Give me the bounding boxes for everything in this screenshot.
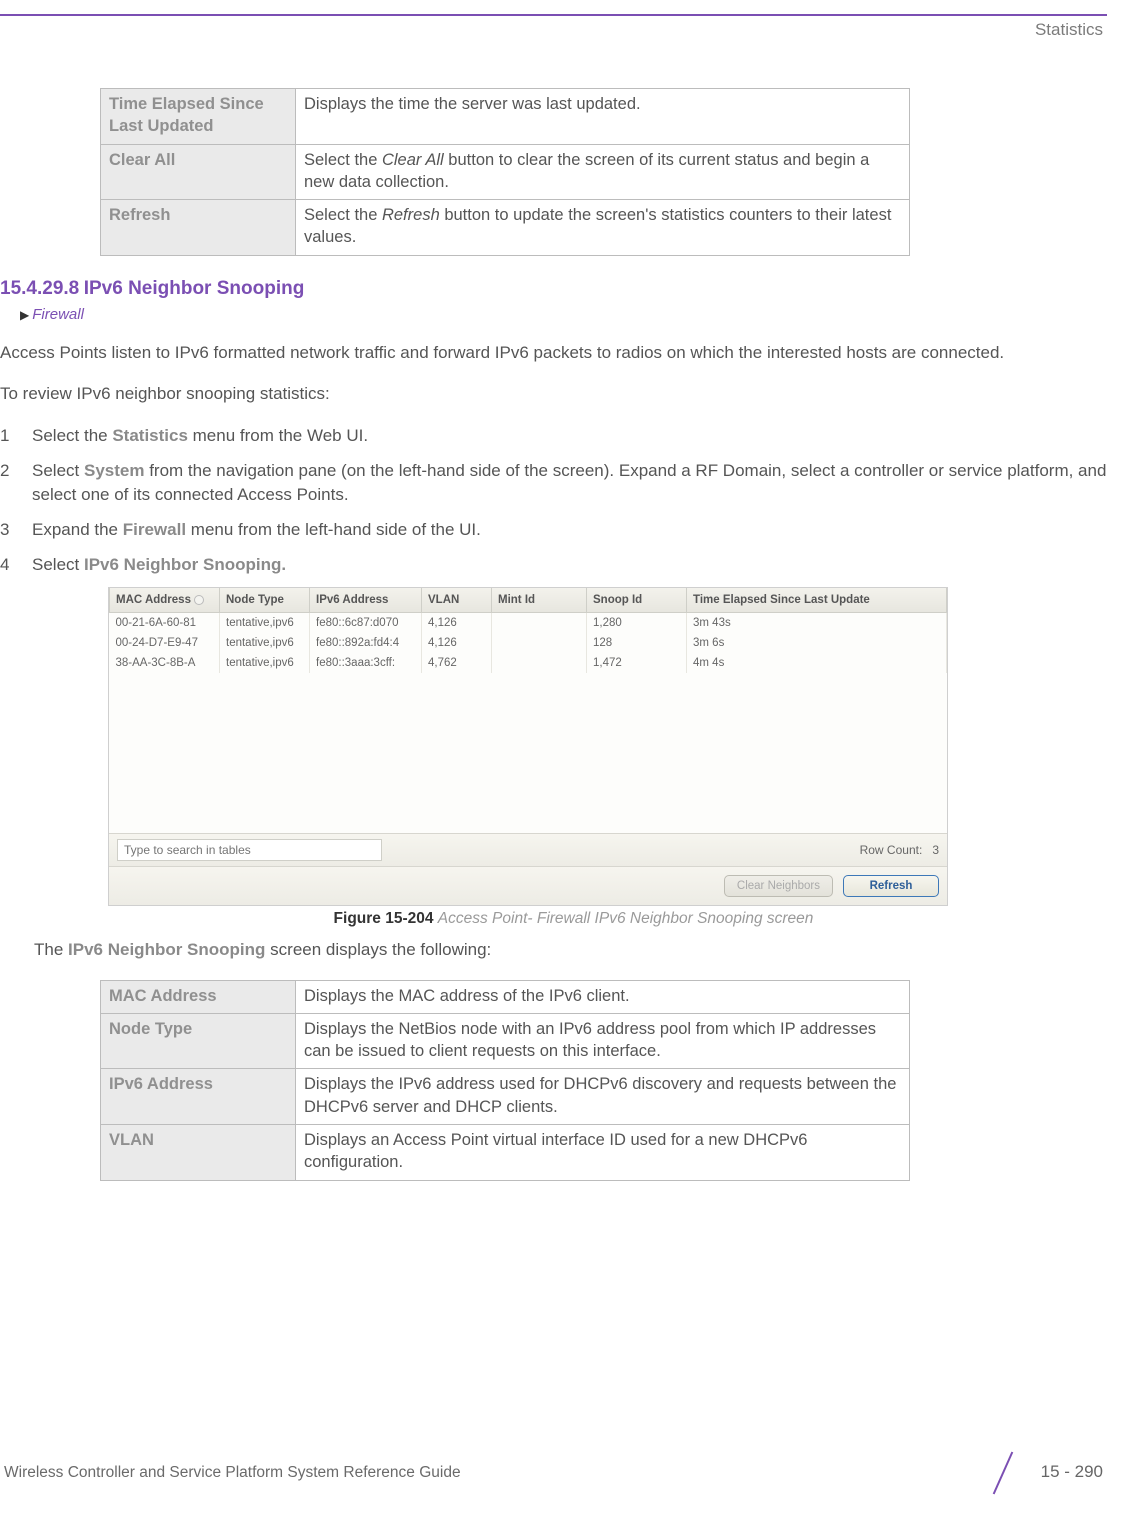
slash-icon <box>984 1452 1026 1494</box>
table-row[interactable]: 00-21-6A-60-81 tentative,ipv6 fe80::6c87… <box>110 613 947 633</box>
def-label: Time Elapsed Since Last Updated <box>101 89 296 145</box>
page-footer: Wireless Controller and Service Platform… <box>0 1452 1125 1494</box>
snooping-data-table: MAC Address Node Type IPv6 Address VLAN … <box>109 588 947 833</box>
table-row: Refresh Select the Refresh button to upd… <box>101 200 910 256</box>
def-desc: Select the Refresh button to update the … <box>296 200 910 256</box>
intro-paragraph: Access Points listen to IPv6 formatted n… <box>0 341 1107 365</box>
breadcrumb-link[interactable]: Firewall <box>32 306 84 323</box>
button-bar: Clear Neighbors Refresh <box>109 866 947 905</box>
col-ipv6-address[interactable]: IPv6 Address <box>310 588 422 613</box>
def-label: Clear All <box>101 144 296 200</box>
col-mac-address[interactable]: MAC Address <box>110 588 220 613</box>
lead-in-paragraph: To review IPv6 neighbor snooping statist… <box>0 382 1107 406</box>
table-search-input[interactable] <box>117 839 382 861</box>
def-desc: Displays the IPv6 address used for DHCPv… <box>296 1069 910 1125</box>
footer-right: 15 - 290 <box>984 1452 1103 1494</box>
col-mint-id[interactable]: Mint Id <box>492 588 587 613</box>
footer-book-title: Wireless Controller and Service Platform… <box>4 1464 461 1482</box>
section-number: 15.4.29.8 <box>0 278 79 299</box>
def-desc: Displays the NetBios node with an IPv6 a… <box>296 1013 910 1069</box>
page-number: 15 - 290 <box>1041 1462 1103 1481</box>
sort-icon[interactable] <box>194 595 204 605</box>
table-row: MAC Address Displays the MAC address of … <box>101 980 910 1013</box>
table-footer-bar: Row Count: 3 <box>109 833 947 866</box>
table-row[interactable]: 38-AA-3C-8B-A tentative,ipv6 fe80::3aaa:… <box>110 653 947 673</box>
list-item: 2 Select System from the navigation pane… <box>0 459 1107 508</box>
table-row: Node Type Displays the NetBios node with… <box>101 1013 910 1069</box>
def-label: IPv6 Address <box>101 1069 296 1125</box>
figure-number: Figure 15-204 <box>334 910 434 927</box>
table-row: Clear All Select the Clear All button to… <box>101 144 910 200</box>
col-vlan[interactable]: VLAN <box>422 588 492 613</box>
col-time-elapsed[interactable]: Time Elapsed Since Last Update <box>687 588 947 613</box>
post-figure-paragraph: The IPv6 Neighbor Snooping screen displa… <box>34 938 1107 962</box>
definitions-table-top: Time Elapsed Since Last Updated Displays… <box>100 88 910 256</box>
def-desc: Displays the MAC address of the IPv6 cli… <box>296 980 910 1013</box>
row-count-label: Row Count: 3 <box>860 843 939 857</box>
section-heading: 15.4.29.8 IPv6 Neighbor Snooping <box>0 278 1107 300</box>
def-desc: Select the Clear All button to clear the… <box>296 144 910 200</box>
def-label: Node Type <box>101 1013 296 1069</box>
refresh-button[interactable]: Refresh <box>843 875 939 897</box>
header-section-name: Statistics <box>0 20 1107 40</box>
definitions-table-bottom: MAC Address Displays the MAC address of … <box>100 980 910 1181</box>
table-header-row: MAC Address Node Type IPv6 Address VLAN … <box>110 588 947 613</box>
table-row[interactable]: 00-24-D7-E9-47 tentative,ipv6 fe80::892a… <box>110 633 947 653</box>
table-row: Time Elapsed Since Last Updated Displays… <box>101 89 910 145</box>
def-desc: Displays the time the server was last up… <box>296 89 910 145</box>
embedded-screenshot-panel: MAC Address Node Type IPv6 Address VLAN … <box>108 587 948 906</box>
table-row: VLAN Displays an Access Point virtual in… <box>101 1125 910 1181</box>
steps-list: 1 Select the Statistics menu from the We… <box>0 424 1107 577</box>
def-desc: Displays an Access Point virtual interfa… <box>296 1125 910 1181</box>
figure-caption: Figure 15-204 Access Point- Firewall IPv… <box>40 910 1107 928</box>
def-label: MAC Address <box>101 980 296 1013</box>
col-node-type[interactable]: Node Type <box>220 588 310 613</box>
list-item: 3 Expand the Firewall menu from the left… <box>0 518 1107 543</box>
col-snoop-id[interactable]: Snoop Id <box>587 588 687 613</box>
table-row: IPv6 Address Displays the IPv6 address u… <box>101 1069 910 1125</box>
section-title: IPv6 Neighbor Snooping <box>84 278 305 299</box>
top-border-line <box>0 14 1107 16</box>
def-label: Refresh <box>101 200 296 256</box>
breadcrumb: ▶Firewall <box>20 306 1107 323</box>
list-item: 4 Select IPv6 Neighbor Snooping. <box>0 553 1107 578</box>
list-item: 1 Select the Statistics menu from the We… <box>0 424 1107 449</box>
table-row <box>110 673 947 833</box>
def-label: VLAN <box>101 1125 296 1181</box>
figure-text: Access Point- Firewall IPv6 Neighbor Sno… <box>438 910 814 927</box>
clear-neighbors-button[interactable]: Clear Neighbors <box>724 875 833 897</box>
triangle-right-icon: ▶ <box>20 308 29 322</box>
